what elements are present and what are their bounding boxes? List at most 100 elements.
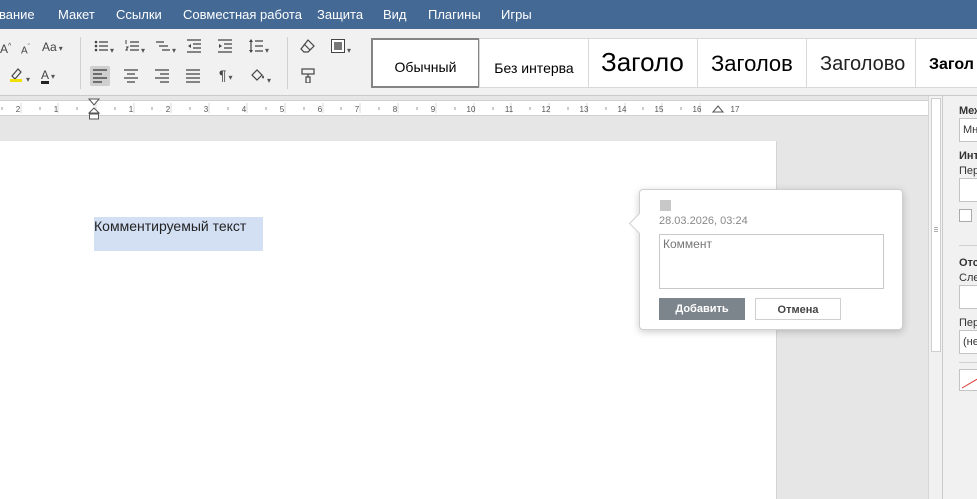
top-menu-bar: вание Макет Ссылки Совместная работа Защ… — [0, 0, 977, 29]
grip-icon — [934, 227, 938, 228]
menu-protection[interactable]: Защита — [317, 0, 363, 29]
comment-textarea[interactable] — [659, 234, 884, 289]
spacing-before-input[interactable] — [959, 178, 977, 202]
chevron-down-icon: ▾ — [267, 76, 272, 85]
increase-font-icon: A — [0, 42, 9, 56]
add-comment-popup: 28.03.2026, 03:24 Добавить Отмена — [628, 189, 903, 330]
eraser-icon — [300, 39, 315, 53]
style-heading-3-label: Заголово — [820, 53, 906, 75]
style-no-spacing[interactable]: Без интерва — [479, 38, 589, 88]
style-heading-2[interactable]: Заголов — [697, 38, 807, 88]
ruler-number: 1 — [53, 105, 59, 114]
chevron-down-icon: ▾ — [347, 46, 352, 55]
left-indent-marker[interactable] — [88, 96, 100, 122]
ruler-number: 14 — [617, 105, 627, 114]
clear-formatting-button[interactable] — [300, 39, 315, 57]
menu-home[interactable]: вание — [0, 0, 35, 29]
highlight-color-button[interactable]: ▾ — [8, 66, 30, 88]
style-heading-3[interactable]: Заголово — [806, 38, 916, 88]
ruler-strip: 2 1 1 2 3 4 5 6 7 8 9 10 11 12 13 14 15 … — [0, 100, 928, 116]
line-spacing-label: Меж — [959, 105, 977, 117]
ruler-number: 6 — [317, 105, 323, 114]
menu-plugins[interactable]: Плагины — [428, 0, 481, 29]
line-spacing-select[interactable]: Мн — [959, 118, 977, 142]
ruler-ticks — [1, 103, 719, 113]
align-center-icon — [124, 69, 138, 83]
dont-add-interval-checkbox[interactable] — [959, 209, 972, 222]
menu-references[interactable]: Ссылки — [116, 0, 162, 29]
line-spacing-icon — [249, 39, 263, 53]
justify-icon — [186, 69, 200, 83]
add-comment-button[interactable]: Добавить — [659, 298, 745, 320]
ruler-number: 8 — [392, 105, 398, 114]
background-color-swatch[interactable] — [959, 369, 977, 391]
align-left-button[interactable] — [90, 66, 110, 86]
first-line-select[interactable]: (не — [959, 330, 977, 354]
left-indent-input[interactable] — [959, 285, 977, 309]
cancel-comment-button[interactable]: Отмена — [755, 298, 841, 320]
change-case-button[interactable]: Aa ▾ — [42, 39, 63, 57]
increase-indent-button[interactable] — [218, 39, 232, 57]
menu-layout[interactable]: Макет — [58, 0, 95, 29]
align-right-icon — [155, 69, 169, 83]
menu-games[interactable]: Игры — [501, 0, 532, 29]
ruler-number: 16 — [692, 105, 702, 114]
color-scheme-icon — [331, 39, 345, 53]
font-color-button[interactable]: A ▾ — [41, 67, 55, 85]
style-heading-4[interactable]: Загол — [915, 38, 977, 88]
ruler-number: 11 — [504, 105, 514, 114]
change-case-icon: Aa — [42, 40, 57, 54]
chevron-down-icon: ▾ — [58, 44, 63, 53]
toolbar-separator — [287, 37, 288, 89]
color-scheme-button[interactable]: ▾ — [331, 39, 351, 59]
chevron-down-icon: ▾ — [265, 46, 270, 55]
line-spacing-button[interactable]: ▾ — [249, 39, 269, 59]
first-line-label: Пер — [959, 317, 977, 329]
ruler-number: 1 — [128, 105, 134, 114]
panel-divider — [959, 245, 977, 246]
ruler-number: 2 — [165, 105, 171, 114]
copy-style-button[interactable] — [301, 68, 315, 87]
right-indent-marker[interactable] — [712, 104, 724, 118]
style-heading-1[interactable]: Заголо — [588, 38, 698, 88]
chevron-down-icon: ▾ — [172, 46, 177, 55]
horizontal-ruler[interactable]: 2 1 1 2 3 4 5 6 7 8 9 10 11 12 13 14 15 … — [0, 96, 928, 122]
style-heading-2-label: Заголов — [711, 51, 793, 76]
ruler-number: 4 — [241, 105, 247, 114]
ruler-number: 10 — [466, 105, 476, 114]
align-center-button[interactable] — [124, 69, 138, 87]
ruler-number: 3 — [203, 105, 209, 114]
chevron-down-icon: ▾ — [51, 72, 56, 81]
justify-button[interactable] — [186, 69, 200, 87]
interval-label: Инт — [959, 150, 977, 162]
paragraph-shading-button[interactable]: ▾ — [249, 67, 271, 89]
ruler-number: 5 — [279, 105, 285, 114]
style-normal[interactable]: Обычный — [371, 38, 480, 88]
align-right-button[interactable] — [155, 69, 169, 87]
increase-font-size-button[interactable]: A^ — [0, 39, 11, 57]
decrease-font-icon: A — [21, 45, 28, 57]
multilevel-list-icon — [156, 41, 170, 51]
font-color-icon: A — [41, 68, 50, 84]
paragraph-mark-icon: ¶ — [219, 67, 227, 83]
chevron-down-icon: ▾ — [110, 46, 115, 55]
ruler-number: 2 — [15, 105, 21, 114]
ruler-number: 17 — [730, 105, 740, 114]
scrollbar-thumb[interactable] — [931, 98, 941, 352]
decrease-indent-button[interactable] — [187, 39, 201, 57]
decrease-font-size-button[interactable]: Aˇ — [21, 40, 30, 59]
multilevel-list-button[interactable]: ▾ — [156, 39, 176, 59]
numbered-list-button[interactable]: ▾ — [125, 39, 145, 59]
bullet-list-button[interactable]: ▾ — [94, 39, 114, 59]
menu-collaboration[interactable]: Совместная работа — [183, 0, 302, 29]
numbered-list-icon — [125, 40, 139, 51]
nonprinting-characters-button[interactable]: ¶ ▾ — [219, 67, 233, 86]
decrease-indent-icon — [187, 39, 201, 53]
paint-bucket-icon — [251, 69, 264, 81]
panel-divider — [959, 362, 977, 363]
vertical-scrollbar[interactable] — [928, 96, 942, 499]
ruler-number: 12 — [541, 105, 551, 114]
menu-view[interactable]: Вид — [383, 0, 407, 29]
bullet-list-icon — [94, 40, 108, 52]
commented-text[interactable]: Комментируемый текст — [94, 218, 246, 234]
